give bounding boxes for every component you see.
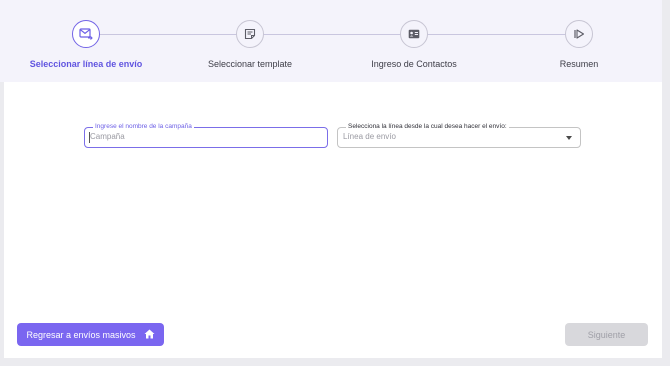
step-contacts[interactable]: Ingreso de Contactos (339, 20, 489, 69)
template-icon (236, 20, 264, 48)
back-button-label: Regresar a envíos masivos (26, 329, 136, 340)
summary-play-icon (565, 20, 593, 48)
step-label: Ingreso de Contactos (371, 59, 457, 69)
step-label: Seleccionar template (207, 59, 293, 69)
send-line-label: Selecciona la línea desde la cual desea … (346, 122, 509, 131)
home-icon (144, 329, 155, 341)
main-panel: Ingrese el nombre de la campaña Campaña … (4, 82, 662, 358)
mail-send-icon (72, 20, 100, 48)
chevron-down-icon[interactable] (566, 136, 572, 140)
step-select-template[interactable]: Seleccionar template (175, 20, 325, 69)
send-line-placeholder: Línea de envío (343, 132, 396, 141)
stepper: Seleccionar línea de envío Seleccionar t… (0, 0, 662, 82)
contacts-card-icon (400, 20, 428, 48)
step-select-line[interactable]: Seleccionar línea de envío (11, 20, 161, 69)
step-label: Resumen (559, 59, 599, 69)
step-label: Seleccionar línea de envío (29, 59, 143, 69)
send-line-select[interactable]: Selecciona la línea desde la cual desea … (337, 122, 581, 148)
campaign-placeholder: Campaña (90, 132, 125, 141)
back-to-mass-sends-button[interactable]: Regresar a envíos masivos (17, 323, 164, 346)
step-summary[interactable]: Resumen (504, 20, 654, 69)
campaign-name-input[interactable]: Ingrese el nombre de la campaña Campaña (84, 122, 328, 148)
next-button[interactable]: Siguiente (565, 323, 648, 346)
campaign-name-label: Ingrese el nombre de la campaña (93, 122, 194, 131)
